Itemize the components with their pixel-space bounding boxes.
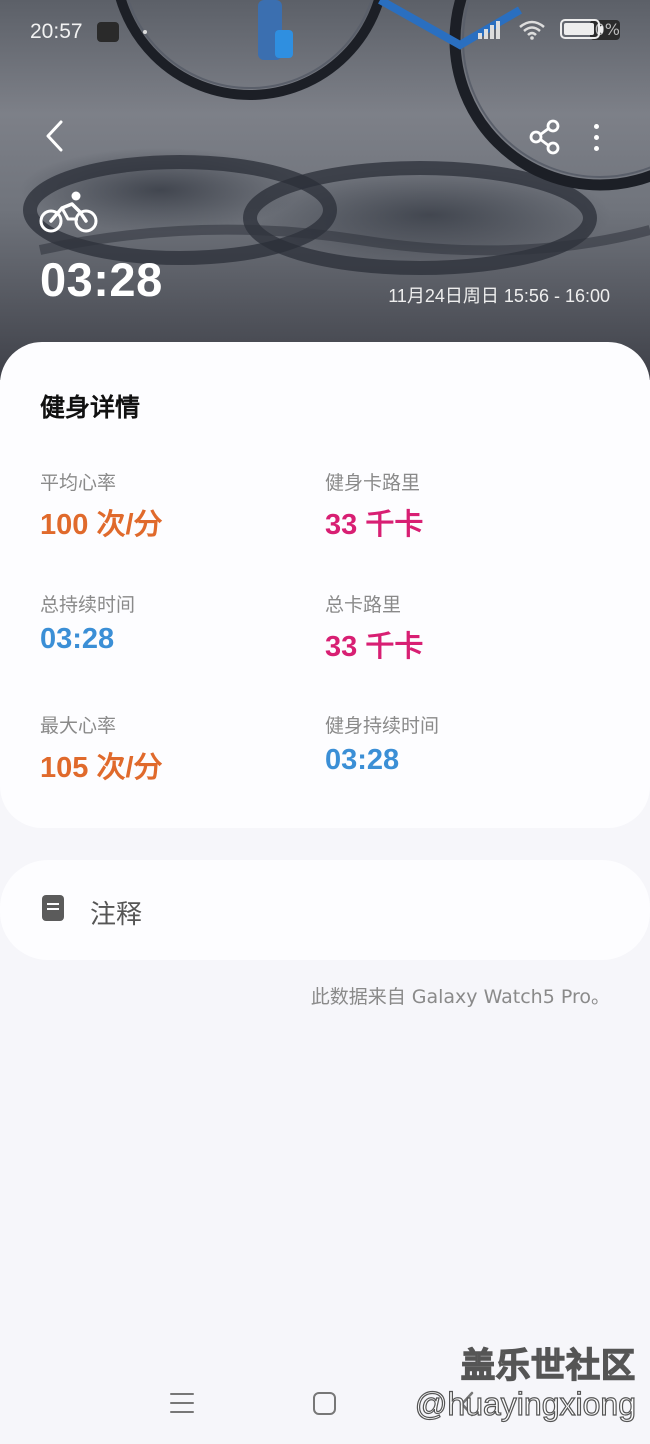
stat-workout-duration: 健身持续时间 03:28	[325, 711, 605, 777]
share-icon	[529, 119, 560, 155]
notes-label: 注释	[90, 900, 143, 930]
status-time: 20:57	[30, 20, 83, 43]
cellular-signal-icon	[478, 21, 501, 39]
workout-details-card: 健身详情 平均心率 100 次/分 健身卡路里 33 千卡 总持续时间 03:2…	[0, 342, 650, 828]
stat-max-heart-rate: 最大心率 105 次/分	[40, 711, 320, 786]
stat-value: 03:28	[40, 623, 115, 655]
stat-value: 33 千卡	[325, 509, 424, 541]
home-button[interactable]	[313, 1392, 336, 1415]
stat-avg-heart-rate: 平均心率 100 次/分	[40, 468, 320, 543]
stat-value: 100 次/分	[40, 509, 163, 541]
back-arrow-icon	[46, 120, 63, 152]
stat-label: 平均心率	[40, 472, 117, 494]
more-vertical-icon-dot	[593, 134, 599, 140]
battery-icon	[560, 19, 604, 39]
stat-value: 33 千卡	[325, 631, 424, 663]
hero-photo: 20:57 100% 03:28 11月24日周日 15:56 - 16:00	[0, 0, 650, 380]
recent-apps-button[interactable]	[170, 1393, 194, 1417]
watermark-community: 盖乐世社区	[460, 1345, 636, 1387]
stat-total-calories: 总卡路里 33 千卡	[325, 590, 605, 665]
notes-button[interactable]: 注释	[0, 860, 650, 960]
stat-label: 总卡路里	[325, 594, 402, 616]
more-options-button[interactable]	[580, 116, 612, 158]
stat-label: 健身卡路里	[325, 472, 421, 494]
stat-label: 健身持续时间	[325, 715, 440, 737]
stat-workout-calories: 健身卡路里 33 千卡	[325, 468, 605, 543]
note-icon	[42, 895, 64, 921]
share-button[interactable]	[524, 116, 566, 158]
watermark-author: @huayingxiong	[414, 1385, 636, 1422]
more-vertical-icon-dot	[593, 145, 599, 151]
data-source-text: 此数据来自 Galaxy Watch5 Pro。	[310, 986, 610, 1008]
notification-dot-icon	[143, 30, 147, 34]
stat-total-duration: 总持续时间 03:28	[40, 590, 320, 656]
back-button[interactable]	[34, 112, 74, 160]
workout-duration: 03:28	[40, 253, 163, 306]
notification-app-icon	[97, 22, 119, 42]
stat-value: 105 次/分	[40, 752, 163, 784]
screen: 20:57 100% 03:28 11月24日周日 15:56 - 16:00 …	[0, 0, 650, 1444]
more-vertical-icon-dot	[593, 123, 599, 129]
stat-value: 03:28	[325, 744, 400, 776]
workout-date-range: 11月24日周日 15:56 - 16:00	[388, 286, 610, 306]
cycling-icon	[39, 191, 98, 233]
details-title: 健身详情	[40, 393, 141, 422]
status-icons: 100%	[476, 18, 620, 40]
stat-label: 最大心率	[40, 715, 117, 737]
stat-label: 总持续时间	[40, 594, 136, 616]
wifi-icon	[519, 20, 546, 40]
status-bar: 20:57 100%	[0, 0, 650, 64]
